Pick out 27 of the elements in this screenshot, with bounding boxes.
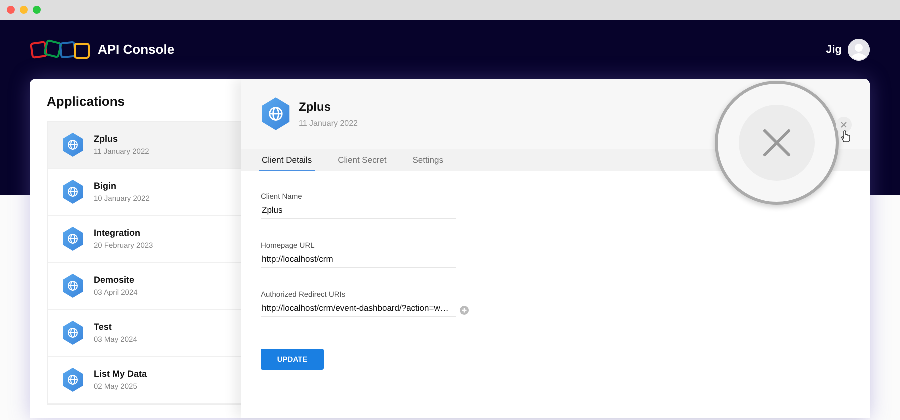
input-field[interactable]: Zplus	[261, 205, 456, 219]
globe-app-icon	[62, 368, 84, 392]
user-name: Jig	[826, 44, 842, 56]
add-icon[interactable]	[460, 306, 469, 314]
app-date: 11 January 2022	[299, 119, 358, 128]
globe-app-icon	[62, 180, 84, 204]
logo-icon	[30, 38, 92, 60]
globe-app-icon	[261, 97, 291, 131]
maximize-window-icon[interactable]	[33, 6, 41, 14]
minimize-window-icon[interactable]	[20, 6, 28, 14]
input-field[interactable]: http://localhost/crm/event-dashboard/?action=w…	[261, 303, 456, 317]
tab[interactable]: Client Secret	[335, 149, 390, 171]
globe-app-icon	[62, 133, 84, 157]
app-name: Zplus	[299, 100, 332, 114]
input-field[interactable]: http://localhost/crm	[261, 254, 456, 268]
close-icon	[739, 105, 815, 181]
globe-app-icon	[62, 274, 84, 298]
close-icon[interactable]	[836, 117, 852, 133]
app-title: API Console	[98, 42, 175, 57]
avatar-icon[interactable]	[848, 38, 870, 60]
tab[interactable]: Settings	[410, 149, 446, 171]
globe-app-icon	[62, 227, 84, 251]
close-window-icon[interactable]	[7, 6, 15, 14]
tab[interactable]: Client Details	[259, 149, 316, 171]
hand-cursor-icon	[840, 130, 852, 143]
globe-app-icon	[62, 321, 84, 345]
section-title: Applications	[47, 94, 126, 109]
